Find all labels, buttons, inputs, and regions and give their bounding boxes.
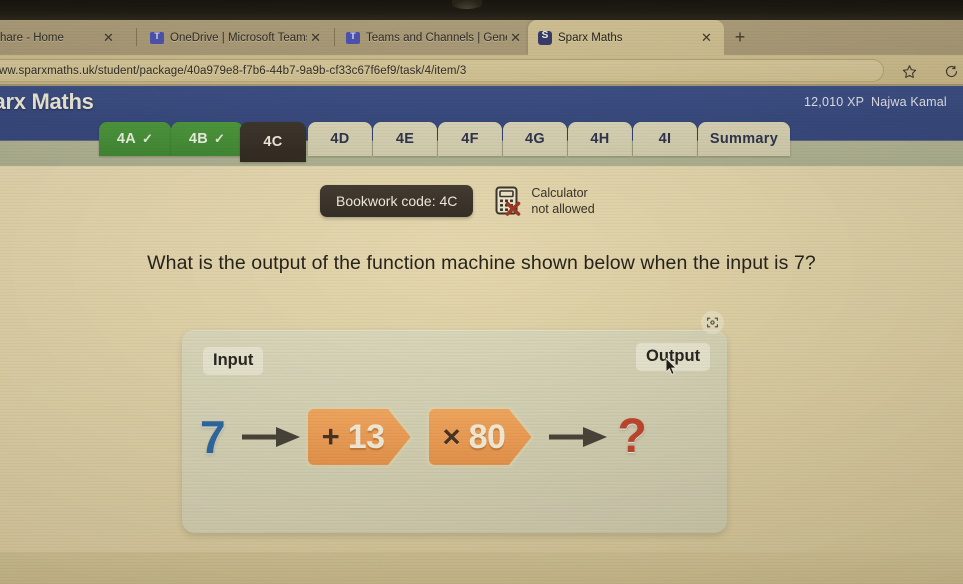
tab-title: Sparx Maths (558, 31, 623, 44)
task-tab-label: 4B (188, 131, 208, 147)
task-tab-4g[interactable]: 4G (503, 122, 567, 156)
question-text: What is the output of the function machi… (147, 252, 816, 274)
tab-divider (136, 28, 137, 46)
sparx-brand-logo[interactable]: Sparx Maths (0, 89, 94, 115)
operation-symbol: × (442, 419, 461, 454)
address-text: ww.sparxmaths.uk/student/package/40a979e… (0, 64, 467, 77)
task-tab-label: 4D (330, 131, 350, 147)
tab-divider (334, 28, 335, 46)
output-value-placeholder: ? (617, 410, 647, 463)
fullscreen-expand-icon[interactable] (701, 311, 724, 334)
task-tab-label: 4F (461, 131, 479, 147)
task-tab-label: 4E (395, 131, 415, 147)
operation-box-2: × 80 (425, 406, 535, 468)
tab-title: hare - Home (0, 31, 64, 44)
browser-tab-3-active[interactable]: Sparx Maths ✕ (528, 20, 724, 55)
check-icon: ✓ (141, 131, 154, 146)
page-bottom-area (0, 552, 963, 584)
input-label: Input (203, 347, 264, 375)
task-tab-4a[interactable]: 4A ✓ (99, 122, 171, 156)
task-tab-4e[interactable]: 4E (373, 122, 437, 156)
webcam-notch (452, 0, 482, 9)
teams-icon (150, 31, 164, 44)
task-tab-summary[interactable]: Summary (698, 122, 790, 156)
screen-photo: hare - Home ✕ OneDrive | Microsoft Teams… (0, 0, 963, 584)
operation-symbol: + (321, 419, 340, 454)
tab-close-icon[interactable]: ✕ (507, 31, 524, 44)
check-icon: ✓ (213, 131, 226, 146)
toolbar-divider (0, 84, 963, 86)
bookwork-code-badge: Bookwork code: 4C (320, 185, 474, 217)
input-value: 7 (200, 411, 226, 463)
calculator-label-line1: Calculator (531, 186, 588, 200)
favorite-star-icon[interactable] (898, 60, 920, 82)
task-tab-label: 4G (525, 131, 545, 147)
tab-title: OneDrive | Microsoft Teams (170, 31, 308, 44)
new-tab-button[interactable]: + (728, 26, 752, 50)
operation-box-1: + 13 (304, 406, 414, 468)
browser-tab-0[interactable]: hare - Home ✕ (0, 20, 132, 55)
calculator-label-line2: not allowed (531, 202, 595, 216)
task-tab-label: Summary (709, 131, 779, 147)
task-tab-4f[interactable]: 4F (438, 122, 502, 156)
task-tab-label: 4A (116, 131, 136, 147)
tab-close-icon[interactable]: ✕ (100, 31, 117, 44)
function-machine-flow: 7 + 13 × 80 ? (200, 398, 720, 476)
calculator-status: Calculator not allowed (495, 185, 595, 217)
tab-title: Teams and Channels | General | M (366, 31, 507, 44)
operation-value: 13 (347, 417, 385, 456)
task-tab-4h[interactable]: 4H (568, 122, 632, 156)
flow-arrow-icon (240, 424, 302, 450)
operation-value: 80 (468, 417, 506, 456)
address-bar[interactable]: ww.sparxmaths.uk/student/package/40a979e… (0, 59, 884, 82)
tab-close-icon[interactable]: ✕ (307, 31, 324, 44)
task-tab-label: 4I (658, 131, 672, 147)
browser-tab-1[interactable]: OneDrive | Microsoft Teams ✕ (144, 20, 330, 55)
task-tab-label: 4C (263, 134, 283, 150)
task-tab-label: 4H (590, 131, 610, 147)
task-tab-4i[interactable]: 4I (633, 122, 697, 156)
task-tab-4c-current[interactable]: 4C (240, 122, 306, 162)
output-label: Output (636, 343, 711, 371)
teams-icon (346, 31, 360, 44)
calculator-not-allowed-icon (495, 186, 522, 216)
xp-counter: 12,010 XP (804, 95, 865, 109)
bookwork-row: Bookwork code: 4C Calculator not allowed (320, 185, 595, 217)
flow-arrow-icon (547, 424, 609, 450)
user-name[interactable]: Najwa Kamal (871, 95, 947, 109)
task-tab-4b[interactable]: 4B ✓ (171, 122, 243, 156)
sparx-icon (538, 30, 552, 45)
task-tab-4d[interactable]: 4D (308, 122, 372, 156)
browser-profile-icon[interactable] (940, 60, 962, 82)
browser-tab-2[interactable]: Teams and Channels | General | M ✕ (340, 20, 530, 55)
tab-close-icon[interactable]: ✕ (698, 31, 715, 44)
